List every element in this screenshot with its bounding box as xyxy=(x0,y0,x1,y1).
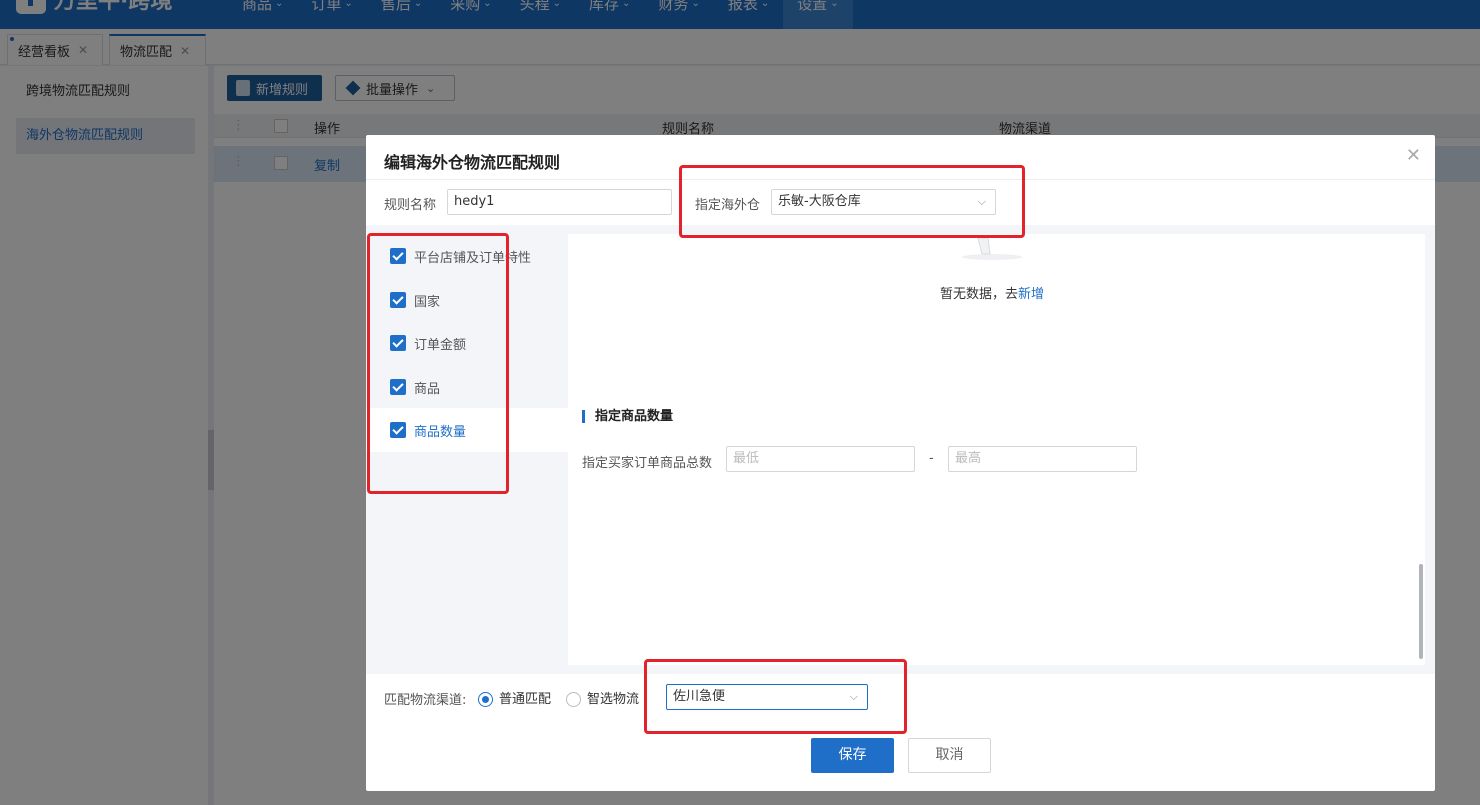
radio-selected-icon xyxy=(478,692,493,707)
save-button[interactable]: 保存 xyxy=(811,738,894,773)
radio-icon xyxy=(566,692,581,707)
range-dash: - xyxy=(929,451,934,466)
annotation-box-channel xyxy=(644,659,907,734)
qty-label: 指定买家订单商品总数 xyxy=(582,456,713,471)
qty-min-placeholder: 最低 xyxy=(733,451,760,466)
cancel-button[interactable]: 取消 xyxy=(908,738,991,773)
rule-name-label: 规则名称 xyxy=(384,198,437,213)
annotation-box-warehouse xyxy=(679,165,1025,238)
match-channel-label: 匹配物流渠道: xyxy=(384,693,467,708)
section-title: 指定商品数量 xyxy=(582,410,673,423)
empty-state-text: 暂无数据，去新增 xyxy=(940,283,1044,302)
condition-detail: 暂无数据，去新增 指定商品数量 指定买家订单商品总数 最低 - 最高 xyxy=(568,234,1425,665)
rule-name-input[interactable]: hedy1 xyxy=(447,189,672,215)
radio-label: 普通匹配 xyxy=(499,692,552,707)
qty-max-input[interactable]: 最高 xyxy=(948,446,1137,472)
conditions-panel: 平台店铺及订单特性 国家 订单金额 商品 商品数量 暂无数据，去新增 指定商品数… xyxy=(366,225,1435,674)
rule-name-value: hedy1 xyxy=(454,194,495,209)
empty-message: 暂无数据，去 xyxy=(940,287,1019,302)
add-new-link[interactable]: 新增 xyxy=(1018,287,1044,302)
dialog-title: 编辑海外仓物流匹配规则 xyxy=(384,153,561,172)
radio-label: 智选物流 xyxy=(587,692,640,707)
radio-normal-match[interactable]: 普通匹配 xyxy=(478,688,551,707)
annotation-box-conditions xyxy=(367,233,509,494)
radio-smart-logistics[interactable]: 智选物流 xyxy=(566,688,639,707)
scrollbar[interactable] xyxy=(1419,564,1423,659)
qty-min-input[interactable]: 最低 xyxy=(726,446,915,472)
close-icon[interactable]: ✕ xyxy=(1406,145,1421,166)
qty-max-placeholder: 最高 xyxy=(955,451,982,466)
